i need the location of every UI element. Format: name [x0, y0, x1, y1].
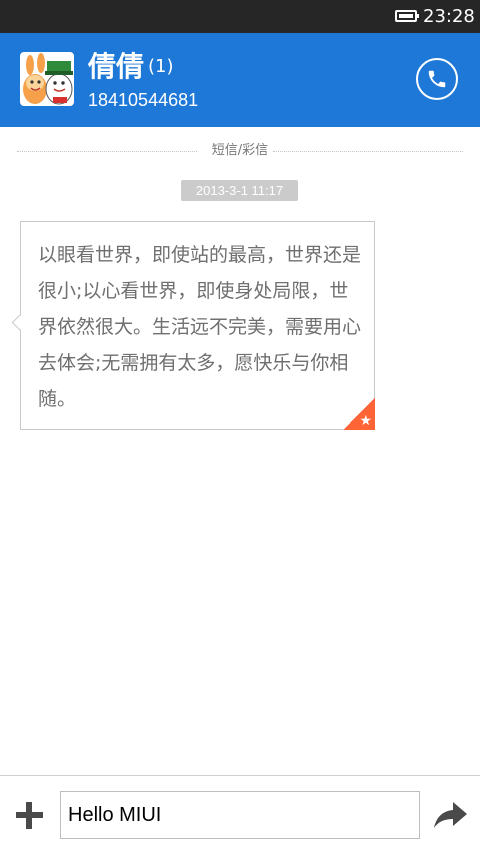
- contact-name: 倩倩: [88, 50, 145, 83]
- composer-bar: Hello MIUI: [0, 775, 480, 853]
- star-icon: ★: [343, 398, 375, 430]
- message-type-label: 短信/彩信: [211, 143, 269, 158]
- cartoon-avatar-icon[interactable]: [20, 52, 74, 106]
- phone-icon: [428, 70, 446, 88]
- conversation-header: 倩倩 (1) 18410544681: [0, 33, 480, 127]
- message-timestamp: 2013-3-1 11:17: [181, 180, 298, 201]
- call-button[interactable]: [416, 58, 458, 100]
- status-time: 23:28: [423, 6, 475, 27]
- unread-count: (1): [148, 56, 174, 77]
- message-input[interactable]: Hello MIUI: [60, 791, 420, 839]
- send-arrow-icon[interactable]: [433, 800, 469, 830]
- contact-phone-number: 18410544681: [88, 90, 199, 110]
- message-bubble[interactable]: 以眼看世界，即使站的最高，世界还是很小;以心看世界，即使身处局限，世界依然很大。…: [11, 221, 375, 430]
- bubble-tail: [11, 314, 28, 331]
- battery-full-icon: [395, 10, 419, 22]
- status-bar: 23:28: [0, 0, 480, 33]
- message-text: 以眼看世界，即使站的最高，世界还是很小;以心看世界，即使身处局限，世界依然很大。…: [38, 244, 362, 410]
- message-type-divider: 短信/彩信: [17, 141, 463, 161]
- plus-icon[interactable]: [14, 800, 46, 832]
